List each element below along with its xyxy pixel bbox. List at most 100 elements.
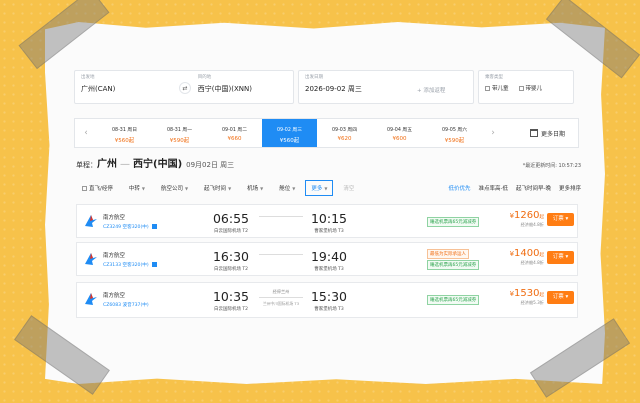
date-label: 08-31 周一 xyxy=(166,128,193,133)
to-field[interactable]: 目的地 西宁(中国)(XNN) xyxy=(184,74,287,94)
flight-line xyxy=(259,297,303,298)
book-button[interactable]: 订票 ▾ xyxy=(547,251,574,264)
chevron-down-icon: ▼ xyxy=(324,186,328,191)
direct-label: 直飞/经停 xyxy=(89,186,113,192)
infant-label: 带婴儿 xyxy=(525,86,543,92)
share-icon xyxy=(151,262,157,267)
airline-name: 南方航空 xyxy=(103,253,126,259)
book-label: 订票 xyxy=(552,294,564,300)
date-label: 09-02 周三 xyxy=(276,128,303,133)
price-suffix: 起 xyxy=(539,253,545,258)
cabin-filter[interactable]: 舱位 ▼ xyxy=(273,180,301,196)
route-date: 09月02日 周三 xyxy=(186,161,235,169)
transfer-filter[interactable]: 中转 ▼ xyxy=(123,180,151,196)
passenger-field: 乘客类型 带儿童 带婴儿 xyxy=(478,70,574,104)
date-cell-selected[interactable]: 09-02 周三 ¥560起 xyxy=(262,119,317,147)
more-dates-button[interactable]: 更多日期 xyxy=(522,119,578,147)
flight-code[interactable]: CZ6083 波音737(中) xyxy=(103,302,149,308)
chevron-down-icon: ▼ xyxy=(260,186,264,191)
infant-checkbox[interactable]: 带婴儿 xyxy=(518,84,543,92)
flight-code[interactable]: CZ3249 空客320(中) xyxy=(103,224,157,230)
date-field[interactable]: 出发日期 2026-09-02 周三 + 添加返程 xyxy=(298,70,474,104)
clear-filters[interactable]: 清空 xyxy=(337,180,360,196)
flight-card[interactable]: 南方航空 CZ6083 波音737(中) 10:35 白云国际机场 T2 经停兰州兰… xyxy=(76,282,578,318)
to-label: 目的地 xyxy=(197,75,212,80)
time-label: 起飞时间 xyxy=(204,186,227,192)
sort-price[interactable]: 低价优先 xyxy=(448,184,470,192)
date-label: 出发日期 xyxy=(305,75,323,80)
chevron-right-icon[interactable]: › xyxy=(482,119,504,147)
departure-airport: 白云国际机场 T2 xyxy=(213,267,249,272)
date-cell[interactable]: 08-31 周一 ¥590起 xyxy=(152,119,207,147)
stopover-label[interactable]: 经停兰州 xyxy=(261,289,301,295)
price-note: 经济舱4.8折 xyxy=(520,222,544,227)
airline-label: 航空公司 xyxy=(160,186,183,192)
sort-more[interactable]: 更多排序 xyxy=(559,184,581,192)
swap-arrows-icon[interactable]: ⇄ xyxy=(179,82,191,94)
last-updated: *最近更新时间: 10:57:23 xyxy=(522,163,581,169)
chevron-down-icon: ▼ xyxy=(228,186,232,191)
airline-logo-icon xyxy=(85,293,97,305)
trip-type: 单程： xyxy=(76,161,97,169)
price: ¥1260起 xyxy=(496,210,544,221)
departure-time: 16:30 xyxy=(212,249,250,264)
flight-card[interactable]: 南方航空 CZ3133 空客320(中) 16:30 白云国际机场 T2 19:40… xyxy=(76,242,578,276)
from-value: 广州(CAN) xyxy=(81,85,116,93)
departure-time: 06:55 xyxy=(212,211,250,226)
arrival-airport: 曹家堡机场 T3 xyxy=(314,307,344,312)
more-filter[interactable]: 更多 ▼ xyxy=(305,180,334,196)
arrival-time: 15:30 xyxy=(310,289,348,304)
date-price: ¥590起 xyxy=(169,138,190,144)
flight-code[interactable]: CZ3133 空客320(中) xyxy=(103,262,157,268)
filter-bar: 直飞/经停 中转 ▼ 航空公司 ▼ 起飞时间 ▼ 机场 ▼ 舱位 ▼ 更多 ▼ 清空 低价优… xyxy=(76,180,581,196)
sort-punctuality[interactable]: 准点率高-低 xyxy=(478,184,508,192)
date-label: 09-04 周五 xyxy=(386,128,413,133)
airport-filter[interactable]: 机场 ▼ xyxy=(241,180,269,196)
sort-options: 低价优先 准点率高-低 起飞时间早-晚 更多排序 xyxy=(448,184,581,192)
carrier-badge: 最低为实际承运人 xyxy=(427,249,469,259)
book-label: 订票 xyxy=(552,216,564,222)
book-button[interactable]: 订票 ▾ xyxy=(547,213,574,226)
price-note: 经济舱4.8折 xyxy=(520,260,544,265)
time-filter[interactable]: 起飞时间 ▼ xyxy=(198,180,237,196)
price-note: 经济舱5.3折 xyxy=(520,300,544,305)
airline-name: 南方航空 xyxy=(103,293,126,299)
from-field[interactable]: 出发地 广州(CAN) xyxy=(81,74,184,94)
date-cell[interactable]: 09-04 周五 ¥600 xyxy=(372,119,427,147)
calendar-icon xyxy=(530,129,538,137)
date-price: ¥560起 xyxy=(279,138,300,144)
chevron-down-icon: ▼ xyxy=(292,186,296,191)
to-value: 西宁(中国)(XNN) xyxy=(197,85,252,93)
price: ¥1530起 xyxy=(496,288,544,299)
date-cell[interactable]: 09-01 周二 ¥660 xyxy=(207,119,262,147)
arrival-airport: 曹家堡机场 T3 xyxy=(314,267,344,272)
passenger-label: 乘客类型 xyxy=(485,75,503,80)
price-suffix: 起 xyxy=(539,293,545,298)
direct-filter[interactable]: 直飞/经停 xyxy=(76,180,119,196)
child-checkbox[interactable]: 带儿童 xyxy=(485,84,509,92)
route-heading: 单程： 广州 — 西宁(中国) 09月02日 周三 *最近更新时间: 10:57… xyxy=(76,155,581,170)
date-cell[interactable]: 09-05 周六 ¥590起 xyxy=(427,119,482,147)
arrival-airport: 曹家堡机场 T3 xyxy=(314,229,344,234)
date-label: 09-01 周二 xyxy=(221,128,248,133)
date-cell[interactable]: 09-03 周四 ¥620 xyxy=(317,119,372,147)
sort-departure[interactable]: 起飞时间早-晚 xyxy=(516,184,551,192)
cabin-label: 舱位 xyxy=(279,186,291,192)
chevron-left-icon[interactable]: ‹ xyxy=(75,119,97,147)
airport-label: 机场 xyxy=(247,186,259,192)
date-price: ¥660 xyxy=(227,136,242,142)
flight-code-text: CZ3249 空客320(中) xyxy=(103,225,149,230)
date-price: ¥560起 xyxy=(114,138,135,144)
airline-logo-icon xyxy=(85,215,97,227)
flight-card[interactable]: 南方航空 CZ3249 空客320(中) 06:55 白云国际机场 T2 10:15… xyxy=(76,204,578,238)
airline-name: 南方航空 xyxy=(103,215,126,221)
date-label: 09-03 周四 xyxy=(331,128,358,133)
date-label: 08-31 周日 xyxy=(111,128,138,133)
price-suffix: 起 xyxy=(539,215,545,220)
price: ¥1400起 xyxy=(496,248,544,259)
date-cell[interactable]: 08-31 周日 ¥560起 xyxy=(97,119,152,147)
add-return-link[interactable]: + 添加返程 xyxy=(417,86,445,94)
route-from: 广州 xyxy=(97,159,117,170)
airline-filter[interactable]: 航空公司 ▼ xyxy=(155,180,194,196)
book-button[interactable]: 订票 ▾ xyxy=(547,291,574,304)
